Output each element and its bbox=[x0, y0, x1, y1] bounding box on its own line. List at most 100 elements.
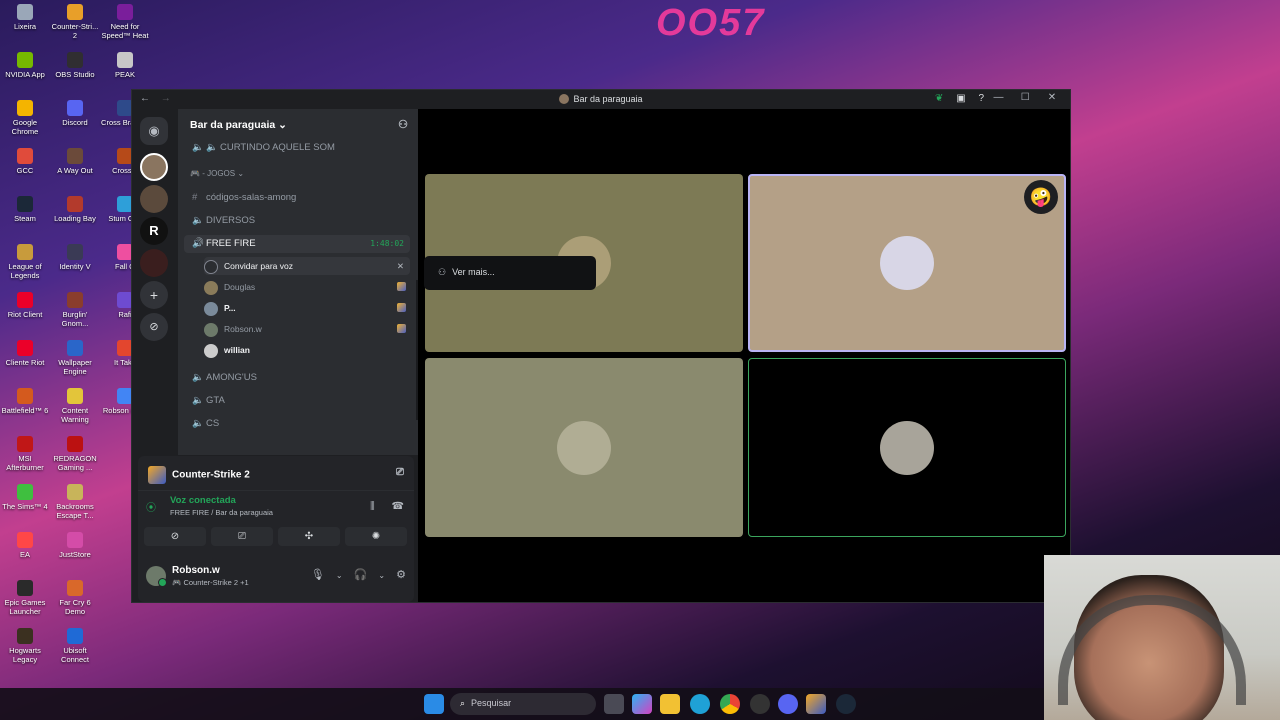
desktop-icon[interactable]: Ubisoft Connect bbox=[50, 628, 100, 674]
settings-gear-icon[interactable]: ⚙ bbox=[396, 569, 406, 581]
voice-user[interactable]: P... bbox=[204, 299, 410, 317]
microphone-icon[interactable]: 🎙 bbox=[311, 569, 325, 581]
nitro-leaf-icon[interactable]: ❦ bbox=[935, 93, 943, 104]
desktop-icon[interactable]: NVIDIA App bbox=[0, 52, 50, 98]
taskbar-search[interactable]: ⌕ Pesquisar bbox=[450, 693, 596, 715]
video-tile[interactable] bbox=[748, 358, 1066, 537]
desktop-icon[interactable]: Lixeira bbox=[0, 4, 50, 50]
screen-share-button[interactable]: ⎚ bbox=[211, 527, 273, 546]
chevron-down-icon[interactable]: ⌄ bbox=[378, 571, 385, 580]
app-icon bbox=[17, 532, 33, 548]
help-icon[interactable]: ? bbox=[978, 93, 984, 104]
minimize-icon[interactable]: — bbox=[986, 92, 1010, 103]
desktop-icon-label: Burglin' Gnom... bbox=[61, 310, 89, 328]
desktop-icon[interactable]: Need for Speed™ Heat bbox=[100, 4, 150, 50]
desktop-icon[interactable]: Burglin' Gnom... bbox=[50, 292, 100, 338]
desktop-icon[interactable]: Discord bbox=[50, 100, 100, 146]
desktop-icon-label: Steam bbox=[14, 214, 36, 223]
voice-user[interactable]: Robson.w bbox=[204, 320, 410, 338]
maximize-icon[interactable]: ☐ bbox=[1013, 92, 1037, 103]
invite-to-voice-button[interactable]: Convidar para voz ✕ bbox=[204, 257, 410, 275]
signal-icon[interactable]: ⦿ bbox=[146, 499, 156, 514]
discover-icon[interactable]: ⊘ bbox=[140, 313, 168, 341]
desktop-icon[interactable]: Google Chrome bbox=[0, 100, 50, 146]
desktop-icon-label: Hogwarts Legacy bbox=[9, 646, 41, 664]
channel-cs[interactable]: 🔈 CS bbox=[184, 415, 410, 433]
disconnect-icon[interactable]: ☎ bbox=[392, 501, 404, 512]
channel-diversos[interactable]: 🔈 DIVERSOS bbox=[184, 212, 410, 230]
headphones-icon[interactable]: 🎧 bbox=[354, 569, 368, 581]
counter-strike-icon[interactable] bbox=[806, 694, 826, 714]
activities-button[interactable]: ✣ bbox=[278, 527, 340, 546]
desktop-icon[interactable]: JustStore bbox=[50, 532, 100, 578]
chevron-down-icon[interactable]: ⌄ bbox=[336, 571, 343, 580]
app-icon bbox=[67, 580, 83, 596]
voice-user[interactable]: willian bbox=[204, 341, 410, 359]
channel-list: Bar da paraguaia ⌄ ⚇ 🔈 🔈 CURTINDO AQUELE S… bbox=[178, 109, 418, 455]
desktop-icon[interactable]: Hogwarts Legacy bbox=[0, 628, 50, 674]
inbox-icon[interactable]: ▣ bbox=[956, 93, 965, 104]
see-more-popup[interactable]: ⚇ Ver mais... bbox=[424, 256, 596, 290]
add-member-icon[interactable]: ⚇ bbox=[398, 118, 408, 131]
desktop-icon[interactable]: Far Cry 6 Demo bbox=[50, 580, 100, 626]
video-tile[interactable] bbox=[425, 358, 743, 537]
server-icon-2[interactable] bbox=[140, 185, 168, 213]
chrome-icon[interactable] bbox=[720, 694, 740, 714]
soundboard-button[interactable]: ✺ bbox=[345, 527, 407, 546]
desktop-icon[interactable]: GCC bbox=[0, 148, 50, 194]
search-icon: ⌕ bbox=[460, 698, 466, 708]
channel-free-fire[interactable]: 🔊 FREE FIRE 1:48:02 bbox=[184, 235, 410, 253]
close-icon[interactable]: ✕ bbox=[1040, 92, 1064, 103]
desktop-icon[interactable]: A Way Out bbox=[50, 148, 100, 194]
activity-bar[interactable]: Counter-Strike 2 ⎚ bbox=[138, 456, 414, 490]
desktop-icon[interactable]: Identity V bbox=[50, 244, 100, 290]
add-server-icon[interactable]: + bbox=[140, 281, 168, 309]
desktop-icon[interactable]: Battlefield™ 6 bbox=[0, 388, 50, 434]
voice-user[interactable]: Douglas bbox=[204, 278, 410, 296]
copilot-icon[interactable] bbox=[632, 694, 652, 714]
app-icon bbox=[17, 436, 33, 452]
video-tile-speaking[interactable]: 🤪 bbox=[748, 174, 1066, 352]
desktop-icon[interactable]: REDRAGON Gaming ... bbox=[50, 436, 100, 482]
desktop-icon[interactable]: Counter-Stri... 2 bbox=[50, 4, 100, 50]
desktop-icon[interactable]: MSI Afterburner bbox=[0, 436, 50, 482]
windows-start-icon[interactable] bbox=[424, 694, 444, 714]
gcc-icon[interactable] bbox=[750, 694, 770, 714]
server-header[interactable]: Bar da paraguaia ⌄ ⚇ bbox=[178, 109, 418, 141]
desktop-icon[interactable]: Riot Client bbox=[0, 292, 50, 338]
channel-among-us[interactable]: 🔈 AMONG'US bbox=[184, 369, 410, 387]
server-icon-4[interactable] bbox=[140, 249, 168, 277]
desktop-icon-label: Need for Speed™ Heat bbox=[101, 22, 149, 40]
noise-suppression-icon[interactable]: ⫼ bbox=[370, 501, 375, 512]
server-icon-3[interactable]: R bbox=[140, 217, 168, 245]
desktop-icon[interactable]: Content Warning bbox=[50, 388, 100, 434]
desktop-icon[interactable]: League of Legends bbox=[0, 244, 50, 290]
steam-icon[interactable] bbox=[836, 694, 856, 714]
desktop-icon[interactable]: Loading Bay bbox=[50, 196, 100, 242]
camera-off-button[interactable]: ⊘ bbox=[144, 527, 206, 546]
desktop-icon[interactable]: OBS Studio bbox=[50, 52, 100, 98]
share-screen-icon[interactable]: ⎚ bbox=[396, 467, 404, 478]
close-icon[interactable]: ✕ bbox=[397, 257, 404, 275]
desktop-icon[interactable]: Steam bbox=[0, 196, 50, 242]
category-jogos[interactable]: 🎮 - JOGOS ⌄ bbox=[190, 169, 244, 178]
desktop-icon[interactable]: The Sims™ 4 bbox=[0, 484, 50, 530]
desktop-icon[interactable]: Epic Games Launcher bbox=[0, 580, 50, 626]
avatar bbox=[204, 343, 218, 358]
desktop-icon[interactable]: Backrooms Escape T... bbox=[50, 484, 100, 530]
desktop-icon[interactable]: Cliente Riot bbox=[0, 340, 50, 386]
desktop-icon[interactable]: EA bbox=[0, 532, 50, 578]
channel-curtindo[interactable]: 🔈 🔈 CURTINDO AQUELE SOM bbox=[184, 139, 410, 157]
camera-off-icon: ⊘ bbox=[170, 531, 180, 542]
discord-icon[interactable] bbox=[778, 694, 798, 714]
channel-gta[interactable]: 🔈 GTA bbox=[184, 392, 410, 410]
avatar[interactable] bbox=[146, 566, 167, 587]
server-icon-1[interactable] bbox=[140, 153, 168, 181]
desktop-icon[interactable]: Wallpaper Engine bbox=[50, 340, 100, 386]
edge-icon[interactable] bbox=[690, 694, 710, 714]
channel-codigos[interactable]: # códigos-salas-among bbox=[184, 189, 410, 207]
webcam-overlay bbox=[1044, 555, 1280, 720]
discord-home-icon[interactable]: ◉ bbox=[140, 117, 168, 145]
task-view-icon[interactable] bbox=[604, 694, 624, 714]
file-explorer-icon[interactable] bbox=[660, 694, 680, 714]
